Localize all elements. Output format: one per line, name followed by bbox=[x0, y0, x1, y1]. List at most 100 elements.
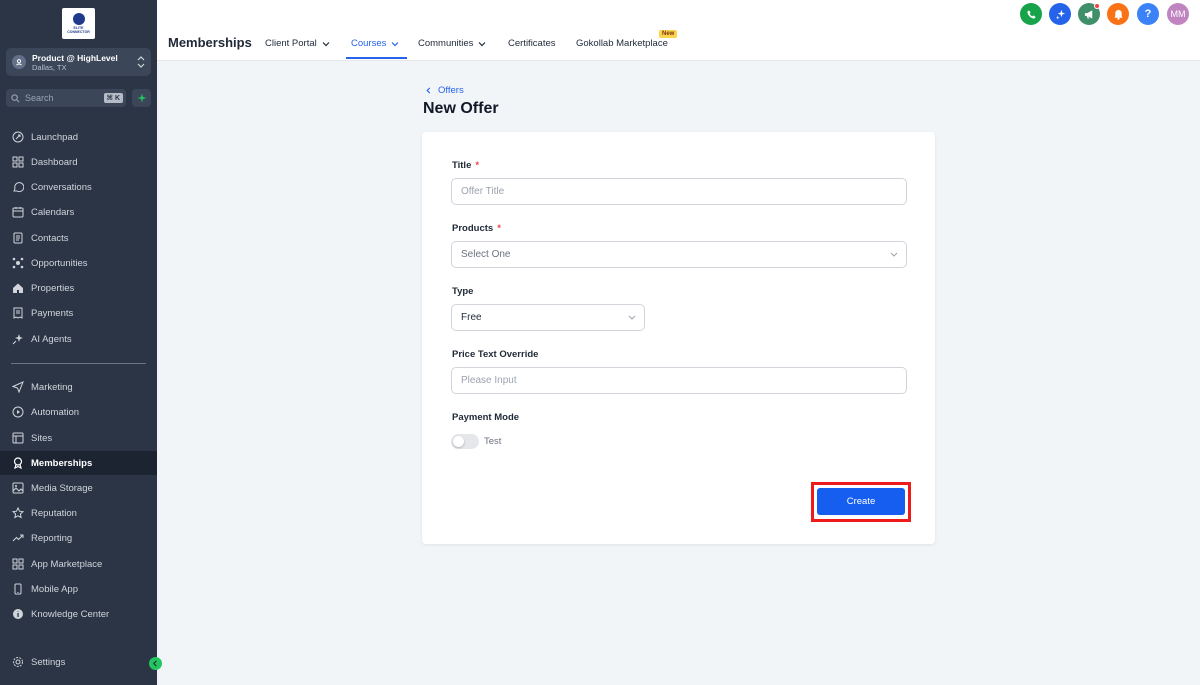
chevron-down-icon bbox=[890, 252, 898, 257]
top-navigation: Memberships Client Portal Courses Commun… bbox=[157, 0, 1200, 61]
tab-label: Gokollab Marketplace bbox=[576, 38, 668, 49]
sidebar-item-label: Automation bbox=[31, 406, 80, 418]
sidebar-item-reputation[interactable]: Reputation bbox=[0, 501, 157, 525]
sidebar-collapse-button[interactable] bbox=[149, 657, 162, 670]
info-icon bbox=[13, 609, 23, 619]
price-text-override-label: Price Text Override bbox=[452, 349, 539, 360]
announcements-button[interactable] bbox=[1078, 3, 1100, 25]
sidebar-item-media-storage[interactable]: Media Storage bbox=[0, 476, 157, 500]
sidebar-item-label: Reporting bbox=[31, 532, 73, 544]
sidebar-item-automation[interactable]: Automation bbox=[0, 400, 157, 424]
account-switcher[interactable]: Product @ HighLevel Dallas, TX bbox=[6, 48, 151, 76]
tab-communities[interactable]: Communities bbox=[418, 38, 486, 49]
sidebar-item-calendars[interactable]: Calendars bbox=[0, 200, 157, 224]
sidebar-item-label: Settings bbox=[31, 656, 66, 668]
sidebar-item-reporting[interactable]: Reporting bbox=[0, 526, 157, 550]
megaphone-icon bbox=[1084, 9, 1092, 19]
sidebar-divider bbox=[11, 363, 146, 364]
sidebar-item-mobile-app[interactable]: Mobile App bbox=[0, 577, 157, 601]
page-title: New Offer bbox=[423, 100, 499, 117]
sidebar-item-label: Opportunities bbox=[31, 257, 88, 269]
sidebar-item-memberships[interactable]: Memberships bbox=[0, 451, 157, 475]
logo-text: ELITE CONNECTOR bbox=[67, 26, 90, 34]
apps-icon bbox=[12, 558, 24, 570]
logo-mark-icon bbox=[72, 13, 85, 25]
quick-action-button[interactable] bbox=[132, 89, 151, 107]
gear-icon bbox=[13, 657, 23, 667]
type-select[interactable]: Free bbox=[451, 304, 645, 331]
price-text-override-input[interactable]: Please Input bbox=[451, 367, 907, 394]
back-to-offers-link[interactable]: Offers bbox=[425, 85, 464, 96]
ai-assistant-button[interactable] bbox=[1049, 3, 1071, 25]
chevron-down-icon bbox=[479, 41, 486, 46]
tab-certificates[interactable]: Certificates bbox=[508, 38, 556, 49]
sidebar-item-conversations[interactable]: Conversations bbox=[0, 175, 157, 199]
phone-button[interactable] bbox=[1020, 3, 1042, 25]
sidebar-item-contacts[interactable]: Contacts bbox=[0, 226, 157, 250]
chevron-left-icon bbox=[426, 87, 431, 94]
sites-icon bbox=[12, 432, 24, 444]
sidebar-item-ai-agents[interactable]: AI Agents bbox=[0, 327, 157, 351]
chevron-down-icon bbox=[322, 41, 330, 46]
chevron-updown-icon bbox=[137, 56, 145, 68]
sidebar-item-sites[interactable]: Sites bbox=[0, 426, 157, 450]
help-button[interactable]: ? bbox=[1137, 3, 1159, 25]
sidebar-item-label: Payments bbox=[31, 307, 74, 319]
sidebar-search[interactable]: Search ⌘ K bbox=[6, 89, 126, 107]
image-icon bbox=[12, 482, 24, 494]
sidebar-item-properties[interactable]: Properties bbox=[0, 276, 157, 300]
notifications-button[interactable] bbox=[1107, 3, 1129, 25]
contacts-icon bbox=[13, 232, 23, 244]
sidebar-item-label: Reputation bbox=[31, 507, 77, 519]
type-label: Type bbox=[452, 286, 474, 297]
price-text-override-placeholder: Please Input bbox=[461, 375, 517, 386]
phone-icon bbox=[14, 583, 22, 595]
payment-mode-toggle-label: Test bbox=[484, 436, 502, 447]
sidebar-item-opportunities[interactable]: Opportunities bbox=[0, 251, 157, 275]
payment-mode-label: Payment Mode bbox=[452, 412, 520, 423]
company-logo[interactable]: ELITE CONNECTOR bbox=[62, 8, 95, 39]
sidebar-item-launchpad[interactable]: Launchpad bbox=[0, 125, 157, 149]
type-select-value: Free bbox=[461, 312, 482, 323]
sidebar-item-label: App Marketplace bbox=[31, 558, 103, 570]
notification-dot bbox=[1094, 3, 1100, 9]
search-placeholder: Search bbox=[25, 93, 54, 103]
offer-title-input[interactable]: Offer Title bbox=[451, 178, 907, 205]
toggle-knob bbox=[453, 436, 464, 447]
sidebar-item-label: Calendars bbox=[31, 206, 75, 218]
title-label: Title * bbox=[452, 160, 479, 171]
sidebar-item-label: Sites bbox=[31, 432, 53, 444]
products-label-text: Products bbox=[452, 223, 494, 234]
phone-call-icon bbox=[1026, 9, 1036, 19]
title-label-text: Title bbox=[452, 160, 472, 171]
sidebar-item-dashboard[interactable]: Dashboard bbox=[0, 150, 157, 174]
bell-icon bbox=[1113, 9, 1123, 20]
tab-courses[interactable]: Courses bbox=[351, 38, 399, 49]
sidebar-item-marketing[interactable]: Marketing bbox=[0, 375, 157, 399]
products-select[interactable]: Select One bbox=[451, 241, 907, 268]
tab-client-portal[interactable]: Client Portal bbox=[265, 38, 330, 49]
sidebar-item-app-marketplace[interactable]: App Marketplace bbox=[0, 552, 157, 576]
account-name: Product @ HighLevel bbox=[32, 52, 118, 63]
location-icon bbox=[12, 55, 26, 69]
payment-mode-toggle[interactable] bbox=[451, 434, 479, 449]
products-select-value: Select One bbox=[461, 249, 511, 260]
account-location: Dallas, TX bbox=[32, 62, 67, 72]
user-avatar[interactable]: MM bbox=[1167, 3, 1189, 25]
sidebar-item-payments[interactable]: Payments bbox=[0, 301, 157, 325]
tab-gokollab-marketplace[interactable]: Gokollab Marketplace bbox=[576, 38, 668, 49]
sidebar-item-label: Marketing bbox=[31, 381, 73, 393]
sidebar-item-knowledge-center[interactable]: Knowledge Center bbox=[0, 602, 157, 626]
automation-icon bbox=[12, 406, 24, 418]
offer-title-placeholder: Offer Title bbox=[461, 186, 505, 197]
create-button[interactable]: Create bbox=[817, 488, 905, 515]
sidebar-item-label: Properties bbox=[31, 282, 75, 294]
star-icon bbox=[12, 507, 24, 519]
tab-label: Communities bbox=[418, 38, 474, 49]
chat-icon bbox=[13, 182, 24, 193]
send-icon bbox=[12, 381, 24, 393]
search-shortcut: ⌘ K bbox=[103, 93, 123, 103]
sidebar-item-settings[interactable]: Settings bbox=[0, 650, 157, 674]
sparkle-icon bbox=[1055, 9, 1065, 20]
award-icon bbox=[13, 457, 23, 469]
